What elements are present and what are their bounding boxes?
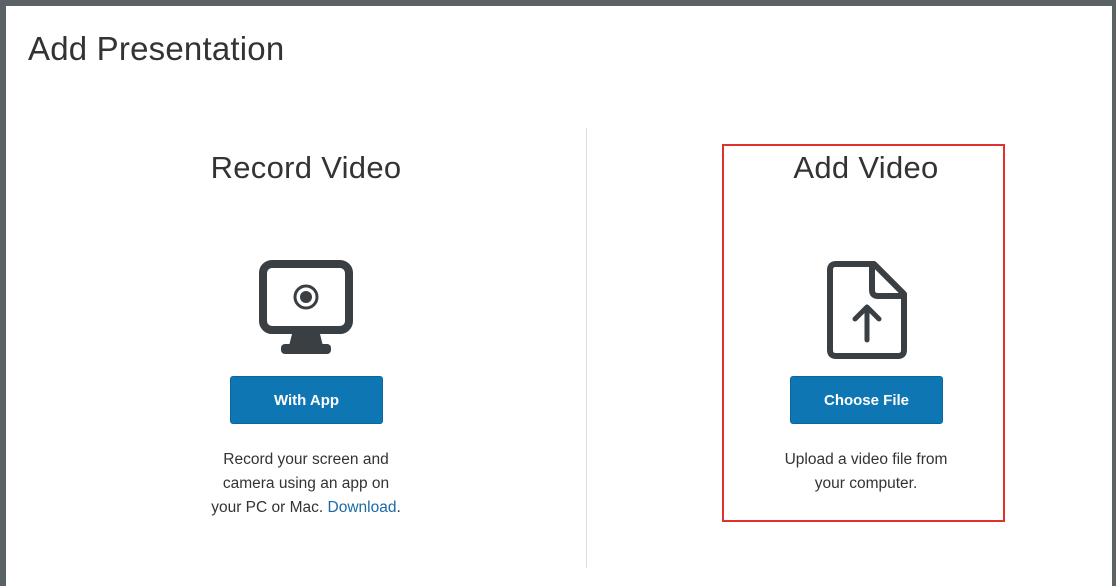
upload-description: Upload a video file from your computer. <box>716 448 1016 496</box>
upload-description-line: your computer. <box>814 475 918 492</box>
page-title: Add Presentation <box>28 30 285 67</box>
file-upload-icon <box>827 261 907 359</box>
add-video-title: Add Video <box>793 150 939 185</box>
download-link[interactable]: Download <box>328 499 397 516</box>
upload-description-line: Upload a video file from <box>784 451 948 468</box>
record-description-line: Record your screen and <box>223 451 389 468</box>
record-description-end: . <box>396 499 401 516</box>
column-divider <box>586 128 587 568</box>
record-description-line: your PC or Mac. Download. <box>156 496 456 520</box>
record-description-line: camera using an app on <box>222 475 390 492</box>
record-description: Record your screen and camera using an a… <box>156 448 456 520</box>
record-description-text: your PC or Mac. <box>211 499 324 516</box>
monitor-record-icon <box>259 260 353 354</box>
upload-icon-wrapper <box>716 260 1016 364</box>
record-icon-wrapper <box>156 260 456 364</box>
choose-file-button[interactable]: Choose File <box>790 376 943 424</box>
add-presentation-panel: Add Presentation Record Video With App R… <box>0 0 1116 586</box>
with-app-button[interactable]: With App <box>230 376 383 424</box>
record-video-title: Record Video <box>210 150 402 185</box>
